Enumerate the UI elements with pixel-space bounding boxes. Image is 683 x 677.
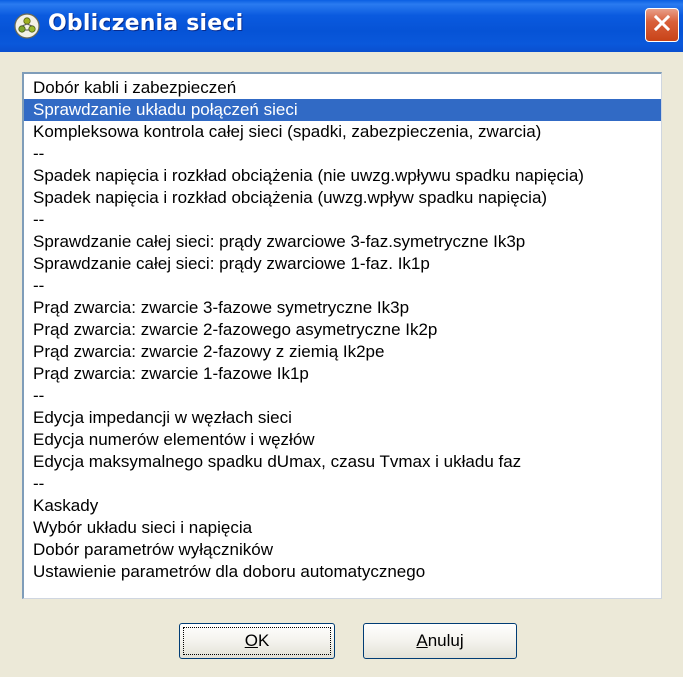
title-bar[interactable]: Obliczenia sieci: [0, 0, 683, 52]
list-item[interactable]: Edycja impedancji w węzłach sieci: [24, 407, 661, 429]
close-button[interactable]: [645, 8, 679, 42]
list-separator[interactable]: --: [24, 209, 661, 231]
ok-button[interactable]: OK: [179, 623, 335, 659]
list-item[interactable]: Ustawienie parametrów dla doboru automat…: [24, 561, 661, 583]
list-item[interactable]: Edycja numerów elementów i węzłów: [24, 429, 661, 451]
cancel-button[interactable]: Anuluj: [363, 623, 517, 659]
list-item[interactable]: Prąd zwarcia: zwarcie 3-fazowe symetrycz…: [24, 297, 661, 319]
list-item[interactable]: Sprawdzanie całej sieci: prądy zwarciowe…: [24, 253, 661, 275]
ok-button-label: K: [257, 631, 270, 650]
list-item[interactable]: Prąd zwarcia: zwarcie 1-fazowe Ik1p: [24, 363, 661, 385]
list-item[interactable]: Spadek napięcia i rozkład obciążenia (uw…: [24, 187, 661, 209]
cancel-button-label: nuluj: [427, 631, 464, 650]
window-title: Obliczenia sieci: [48, 11, 244, 36]
list-item[interactable]: Prąd zwarcia: zwarcie 2-fazowego asymetr…: [24, 319, 661, 341]
list-separator[interactable]: --: [24, 473, 661, 495]
list-item[interactable]: Dobór parametrów wyłączników: [24, 539, 661, 561]
list-separator[interactable]: --: [24, 385, 661, 407]
close-icon: [652, 13, 672, 38]
dialog-window: Obliczenia sieci Dobór kabli i zabezpiec…: [0, 0, 683, 677]
list-item[interactable]: Sprawdzanie całej sieci: prądy zwarciowe…: [24, 231, 661, 253]
list-item[interactable]: Sprawdzanie układu połączeń sieci: [24, 99, 661, 121]
cancel-button-mnemonic: A: [416, 631, 428, 650]
list-item[interactable]: Kaskady: [24, 495, 661, 517]
list-item[interactable]: Prąd zwarcia: zwarcie 2-fazowy z ziemią …: [24, 341, 661, 363]
calculation-list[interactable]: Dobór kabli i zabezpieczeń Sprawdzanie uk…: [22, 72, 662, 599]
list-separator[interactable]: --: [24, 143, 661, 165]
list-item[interactable]: Wybór układu sieci i napięcia: [24, 517, 661, 539]
list-item[interactable]: Spadek napięcia i rozkład obciążenia (ni…: [24, 165, 661, 187]
list-item[interactable]: Dobór kabli i zabezpieczeń: [24, 77, 661, 99]
list-separator[interactable]: --: [24, 275, 661, 297]
list-item[interactable]: Kompleksowa kontrola całej sieci (spadki…: [24, 121, 661, 143]
list-item[interactable]: Edycja maksymalnego spadku dUmax, czasu …: [24, 451, 661, 473]
ok-button-mnemonic: O: [244, 631, 258, 650]
app-icon: [13, 12, 41, 40]
